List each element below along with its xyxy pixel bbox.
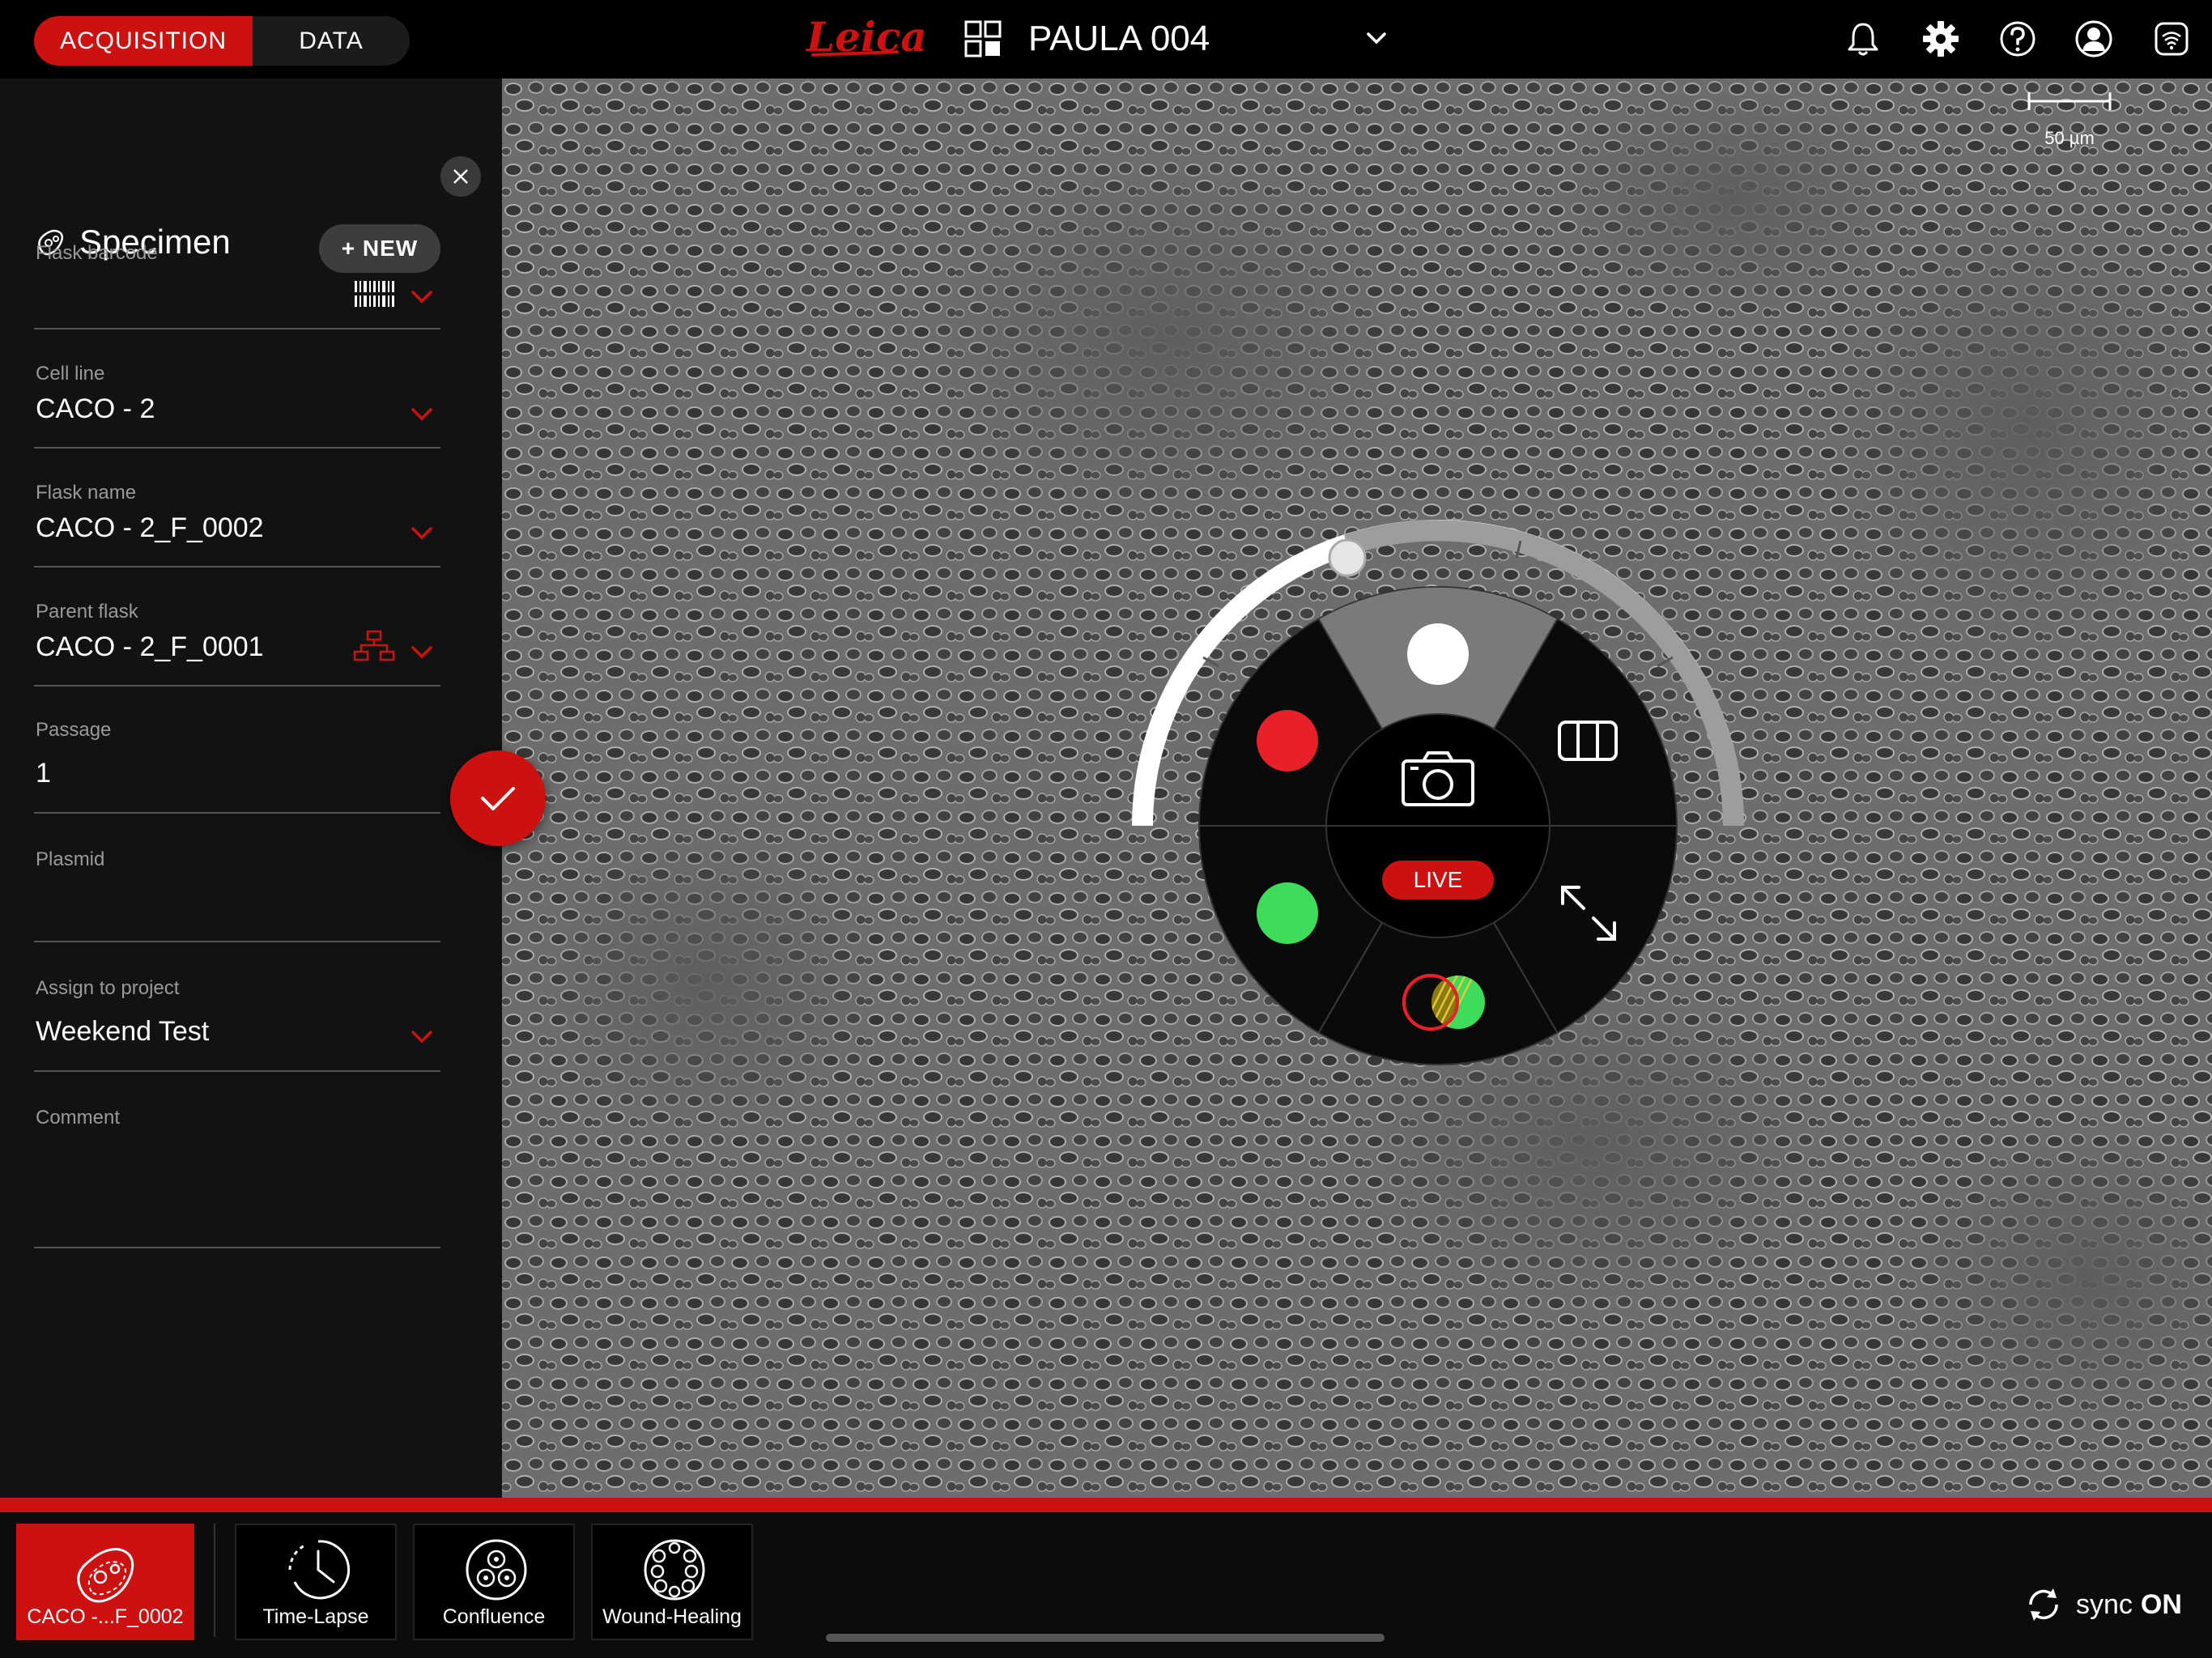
chevron-down-icon[interactable] xyxy=(410,525,434,542)
flask-name-label: Flask name xyxy=(36,482,137,504)
plasmid-field[interactable]: Plasmid xyxy=(34,848,440,942)
sync-label: sync xyxy=(2076,1588,2133,1620)
cell-icon xyxy=(77,1548,134,1603)
intensity-slider-handle[interactable] xyxy=(1328,538,1367,577)
acquisition-dial[interactable]: LIVE xyxy=(1125,518,1838,1085)
flask-barcode-field[interactable]: Flask barcode xyxy=(34,242,440,329)
cell-line-field[interactable]: Cell line CACO - 2 xyxy=(34,363,440,449)
close-panel-button[interactable] xyxy=(440,156,481,197)
live-button[interactable]: LIVE xyxy=(1382,861,1494,899)
bell-icon[interactable] xyxy=(1844,19,1882,58)
parent-flask-field[interactable]: Parent flask CACO - 2_F_0001 xyxy=(34,601,440,687)
cell-line-label: Cell line xyxy=(36,363,105,385)
checkmark-icon xyxy=(481,787,515,810)
passage-value: 1 xyxy=(36,758,51,789)
flask-barcode-label: Flask barcode xyxy=(36,242,158,264)
instrument-name[interactable]: PAULA 004 xyxy=(1028,15,1210,63)
chevron-down-icon[interactable] xyxy=(410,1029,434,1045)
white-channel-button[interactable] xyxy=(1407,623,1469,685)
confluence-icon xyxy=(466,1539,527,1601)
close-icon xyxy=(453,169,468,184)
passage-label: Passage xyxy=(36,719,112,741)
time-lapse-button[interactable]: Time-Lapse xyxy=(235,1524,397,1640)
grid-icon[interactable] xyxy=(963,19,1002,58)
toolbar-divider xyxy=(214,1524,215,1637)
specimen-tool-button[interactable]: CACO -...F_0002 xyxy=(16,1524,194,1640)
project-field[interactable]: Assign to project Weekend Test xyxy=(34,977,440,1072)
chevron-down-icon[interactable] xyxy=(410,406,434,423)
sync-state: ON xyxy=(2140,1588,2182,1620)
chevron-down-icon[interactable] xyxy=(1362,24,1391,53)
tab-acquisition[interactable]: ACQUISITION xyxy=(34,16,253,66)
red-channel-button[interactable] xyxy=(1257,710,1318,772)
sync-toggle[interactable]: sync ON xyxy=(2024,1585,2182,1624)
specimen-tool-label: CACO -...F_0002 xyxy=(27,1605,184,1628)
time-lapse-label: Time-Lapse xyxy=(262,1605,369,1628)
passage-field[interactable]: Passage 1 xyxy=(34,719,440,814)
confluence-button[interactable]: Confluence xyxy=(413,1524,575,1640)
plasmid-label: Plasmid xyxy=(36,848,105,870)
wound-healing-icon xyxy=(644,1539,705,1601)
tab-data[interactable]: DATA xyxy=(253,16,410,66)
time-lapse-icon xyxy=(288,1540,351,1600)
confirm-button[interactable] xyxy=(450,750,546,846)
wound-healing-button[interactable]: Wound-Healing xyxy=(591,1524,753,1640)
mode-switch: ACQUISITION DATA xyxy=(34,16,410,66)
specimen-panel: Specimen + NEW Flask barcode Cell line C… xyxy=(0,79,502,1498)
top-bar: ACQUISITION DATA Leica PAULA 004 xyxy=(0,0,2212,79)
chevron-down-icon[interactable] xyxy=(410,644,434,661)
barcode-icon[interactable] xyxy=(353,279,397,308)
green-channel-button[interactable] xyxy=(1257,882,1318,944)
home-indicator[interactable] xyxy=(826,1634,1385,1642)
cell-line-value: CACO - 2 xyxy=(36,393,155,424)
parent-flask-value: CACO - 2_F_0001 xyxy=(36,631,264,662)
live-label: LIVE xyxy=(1414,867,1463,892)
parent-flask-label: Parent flask xyxy=(36,601,138,623)
scale-bar-label: 50 µm xyxy=(2044,128,2095,148)
hierarchy-icon[interactable] xyxy=(351,630,397,662)
wifi-icon[interactable] xyxy=(2152,19,2191,58)
confluence-label: Confluence xyxy=(442,1605,546,1628)
flask-name-value: CACO - 2_F_0002 xyxy=(36,512,264,543)
comment-field[interactable]: Comment xyxy=(34,1107,440,1248)
gear-icon[interactable] xyxy=(1921,19,1960,58)
user-icon[interactable] xyxy=(2074,19,2113,58)
sync-icon xyxy=(2029,1588,2058,1621)
project-label: Assign to project xyxy=(36,977,180,999)
wound-healing-label: Wound-Healing xyxy=(602,1605,742,1628)
help-icon[interactable] xyxy=(1998,19,2037,58)
project-value: Weekend Test xyxy=(36,1016,210,1047)
comment-label: Comment xyxy=(36,1107,121,1129)
chevron-down-icon[interactable] xyxy=(410,289,434,305)
status-strip xyxy=(0,1498,2212,1512)
flask-name-field[interactable]: Flask name CACO - 2_F_0002 xyxy=(34,482,440,568)
